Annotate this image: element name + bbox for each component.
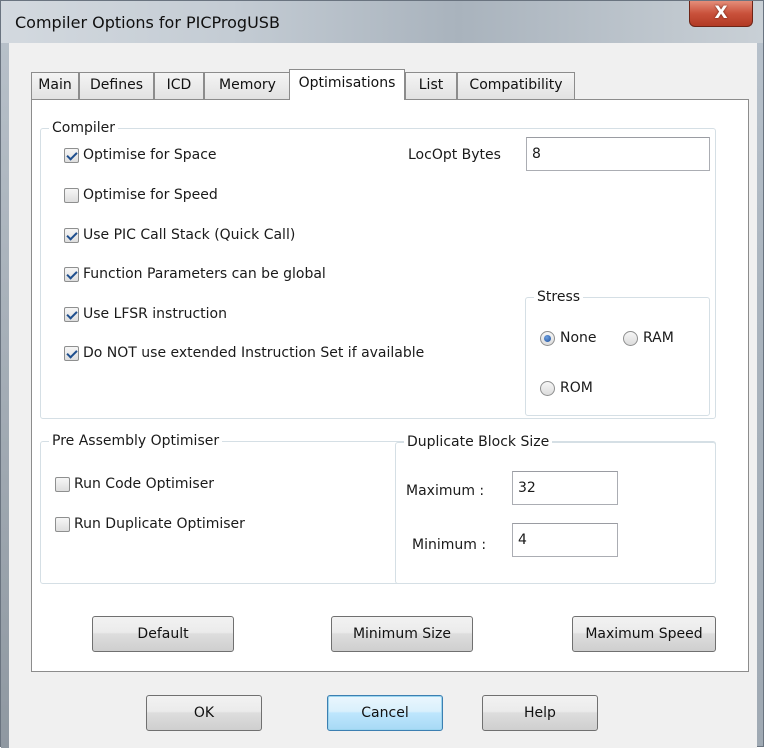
close-icon: X	[714, 3, 728, 23]
duplicate-block-group-label: Duplicate Block Size	[404, 433, 553, 451]
tab-list[interactable]: List	[405, 72, 457, 99]
radio-dot[interactable]	[623, 330, 638, 346]
optimise-space-checkbox[interactable]: Optimise for Space	[64, 145, 217, 165]
maximum-value: 32	[518, 480, 536, 496]
tab-label: ICD	[166, 77, 192, 93]
no-extended-instruction-checkbox[interactable]: Do NOT use extended Instruction Set if a…	[64, 343, 424, 363]
button-label: Default	[137, 626, 189, 642]
tab-label: Main	[38, 77, 72, 93]
stress-group-label: Stress	[534, 288, 584, 306]
duplicate-block-group: Duplicate Block Size Maximum : 32 Minimu…	[395, 433, 716, 584]
tab-label: List	[418, 77, 444, 93]
tab-label: Compatibility	[469, 77, 563, 93]
maximum-label: Maximum :	[406, 483, 485, 499]
checkbox-box[interactable]	[64, 227, 79, 243]
default-button[interactable]: Default	[92, 616, 234, 652]
dialog-window: Compiler Options for PICProgUSB X Main D…	[0, 0, 764, 748]
pic-call-stack-checkbox[interactable]: Use PIC Call Stack (Quick Call)	[64, 225, 295, 245]
radio-label: None	[560, 330, 597, 346]
run-code-optimiser-checkbox[interactable]: Run Code Optimiser	[55, 474, 214, 494]
stress-ram-radio[interactable]: RAM	[623, 328, 674, 348]
radio-dot[interactable]	[540, 380, 555, 396]
checkbox-label: Optimise for Speed	[83, 187, 218, 203]
checkbox-label: Do NOT use extended Instruction Set if a…	[83, 345, 425, 361]
tab-optimisations[interactable]: Optimisations	[289, 69, 405, 100]
checkbox-label: Use PIC Call Stack (Quick Call)	[83, 227, 296, 243]
tab-label: Defines	[90, 77, 143, 93]
compiler-group-label: Compiler	[49, 119, 119, 137]
pre-assembly-group: Pre Assembly Optimiser Run Code Optimise…	[40, 432, 716, 584]
tab-icd[interactable]: ICD	[154, 72, 204, 99]
radio-label: ROM	[560, 380, 593, 396]
locopt-bytes-input[interactable]: 8	[526, 137, 710, 171]
checkbox-label: Function Parameters can be global	[83, 266, 326, 282]
button-label: OK	[193, 705, 215, 721]
dialog-client-area: Main Defines ICD Memory Optimisations Li…	[9, 43, 757, 748]
checkbox-box[interactable]	[55, 476, 70, 492]
button-label: Help	[524, 705, 556, 721]
minimum-size-button[interactable]: Minimum Size	[331, 616, 473, 652]
radio-label: RAM	[643, 330, 674, 346]
help-button[interactable]: Help	[482, 695, 598, 731]
compiler-group: Compiler Optimise for Space Optimise for…	[40, 119, 716, 419]
checkbox-box[interactable]	[64, 345, 79, 361]
ok-button[interactable]: OK	[146, 695, 262, 731]
maximum-input[interactable]: 32	[512, 471, 618, 505]
checkbox-box[interactable]	[55, 516, 70, 532]
window-frame-left	[1, 43, 9, 748]
checkbox-box[interactable]	[64, 147, 79, 163]
window-title: Compiler Options for PICProgUSB	[15, 13, 280, 32]
minimum-label: Minimum :	[412, 537, 487, 553]
close-button[interactable]: X	[689, 1, 753, 27]
stress-none-radio[interactable]: None	[540, 328, 597, 348]
radio-dot[interactable]	[540, 330, 555, 346]
button-label: Maximum Speed	[585, 626, 703, 642]
button-label: Cancel	[361, 705, 409, 721]
tab-label: Optimisations	[298, 75, 396, 91]
checkbox-label: Use LFSR instruction	[83, 306, 227, 322]
title-bar[interactable]: Compiler Options for PICProgUSB X	[1, 1, 763, 43]
checkbox-box[interactable]	[64, 306, 79, 322]
cancel-button[interactable]: Cancel	[327, 695, 443, 731]
checkbox-box[interactable]	[64, 187, 79, 203]
button-label: Minimum Size	[352, 626, 452, 642]
tab-label: Memory	[219, 77, 276, 93]
stress-group: Stress None RAM ROM	[525, 288, 710, 416]
function-params-global-checkbox[interactable]: Function Parameters can be global	[64, 264, 326, 284]
tab-defines[interactable]: Defines	[79, 72, 154, 99]
stress-rom-radio[interactable]: ROM	[540, 378, 593, 398]
maximum-speed-button[interactable]: Maximum Speed	[572, 616, 716, 652]
use-lfsr-checkbox[interactable]: Use LFSR instruction	[64, 304, 227, 324]
run-duplicate-optimiser-checkbox[interactable]: Run Duplicate Optimiser	[55, 514, 245, 534]
checkbox-box[interactable]	[64, 266, 79, 282]
tab-memory[interactable]: Memory	[204, 72, 291, 99]
minimum-input[interactable]: 4	[512, 523, 618, 557]
minimum-value: 4	[518, 532, 527, 548]
locopt-bytes-label: LocOpt Bytes	[408, 147, 501, 163]
checkbox-label: Run Duplicate Optimiser	[74, 516, 245, 532]
pre-assembly-group-label: Pre Assembly Optimiser	[49, 432, 223, 450]
locopt-bytes-value: 8	[532, 146, 541, 162]
checkbox-label: Optimise for Space	[83, 147, 217, 163]
optimise-speed-checkbox[interactable]: Optimise for Speed	[64, 185, 218, 205]
checkbox-label: Run Code Optimiser	[74, 476, 215, 492]
tab-main[interactable]: Main	[31, 72, 79, 99]
tab-compatibility[interactable]: Compatibility	[457, 72, 575, 99]
optimisations-panel: Compiler Optimise for Space Optimise for…	[31, 99, 749, 672]
